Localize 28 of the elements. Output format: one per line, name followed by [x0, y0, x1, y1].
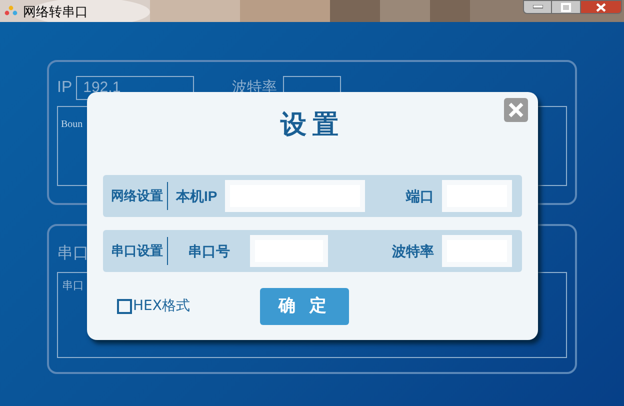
input-field[interactable] [442, 235, 512, 267]
field-label: 本机IP [176, 186, 218, 206]
field-label: 串口号 [188, 242, 230, 260]
serial-label: 串口 [57, 245, 89, 262]
dialog-title: 设置 [280, 109, 344, 142]
close-icon [508, 102, 524, 118]
close-button[interactable] [504, 98, 528, 122]
input-field[interactable] [442, 180, 512, 212]
field-label: 波特率 [392, 242, 434, 260]
hex-checkbox[interactable]: HEX格式 [117, 296, 190, 317]
ip-value: 192.1 [83, 78, 121, 98]
window-title: 网络转串口 [23, 4, 88, 18]
minimize-icon [532, 5, 542, 9]
section-label: 串口设置 [111, 237, 168, 265]
minimize-button[interactable] [523, 0, 552, 14]
field-label: 端口 [406, 186, 434, 206]
app-icon [4, 5, 18, 17]
input-field[interactable] [225, 180, 366, 212]
log-text: 串口 [62, 280, 84, 292]
confirm-button[interactable]: 确 定 [260, 288, 349, 325]
close-button[interactable] [580, 0, 622, 14]
ip-label: IP [57, 78, 72, 98]
section-label: 网络设置 [111, 182, 168, 210]
input-field[interactable] [250, 235, 328, 267]
maximize-button[interactable] [552, 0, 580, 14]
log-text: Boun [61, 119, 83, 130]
maximize-icon [561, 2, 571, 12]
close-icon [596, 2, 606, 12]
